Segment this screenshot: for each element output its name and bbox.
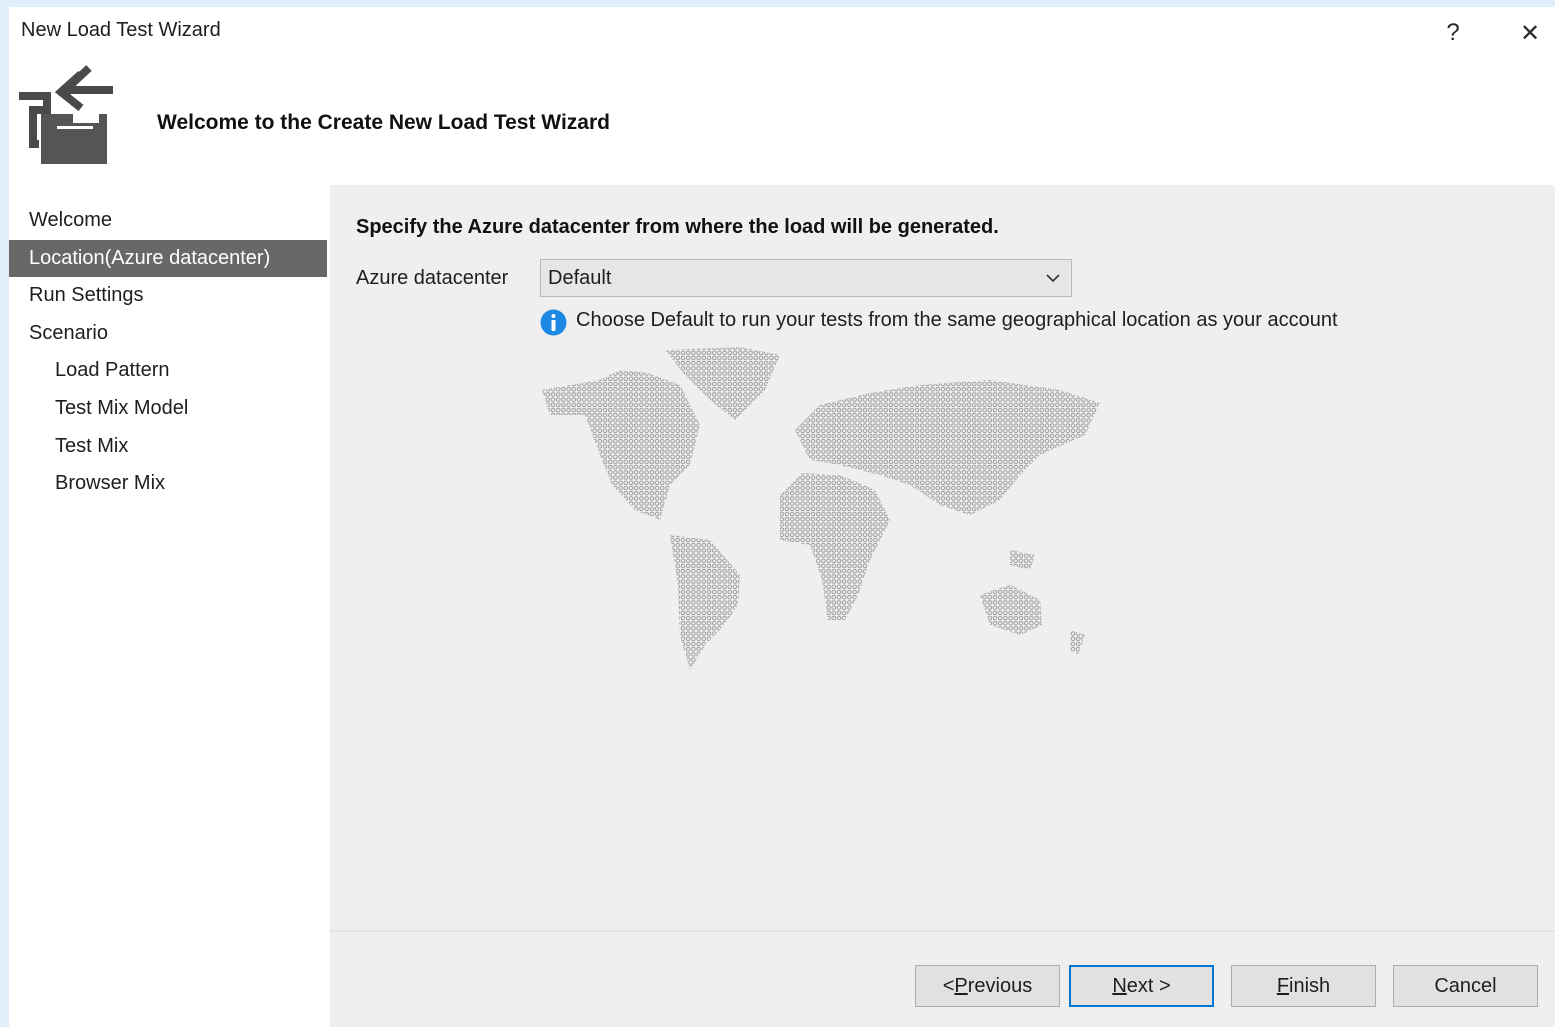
info-icon: [540, 309, 567, 336]
nav-item-scenario[interactable]: Scenario: [9, 315, 327, 353]
wizard-nav: Welcome Location(Azure datacenter) Run S…: [9, 202, 327, 503]
help-button[interactable]: ?: [1431, 15, 1475, 51]
wizard-heading: Welcome to the Create New Load Test Wiza…: [157, 111, 610, 134]
previous-button[interactable]: < Previous: [915, 965, 1060, 1007]
info-text: Choose Default to run your tests from th…: [576, 309, 1338, 331]
nav-item-test-mix[interactable]: Test Mix: [9, 428, 327, 466]
nav-item-location[interactable]: Location(Azure datacenter): [9, 239, 327, 278]
nav-item-run-settings[interactable]: Run Settings: [9, 277, 327, 315]
next-button[interactable]: Next >: [1069, 965, 1214, 1007]
help-icon: ?: [1446, 19, 1460, 46]
content-panel: Specify the Azure datacenter from where …: [330, 185, 1555, 1027]
finish-button[interactable]: Finish: [1231, 965, 1376, 1007]
nav-item-load-pattern[interactable]: Load Pattern: [9, 352, 327, 390]
datacenter-label: Azure datacenter: [356, 267, 509, 289]
instruction-text: Specify the Azure datacenter from where …: [356, 216, 999, 238]
chevron-down-icon: [1046, 274, 1060, 283]
close-icon: ✕: [1519, 19, 1541, 47]
close-button[interactable]: ✕: [1508, 15, 1552, 51]
datacenter-select[interactable]: Default: [540, 259, 1072, 297]
cancel-button[interactable]: Cancel: [1393, 965, 1538, 1007]
wizard-icon: [19, 65, 113, 164]
nav-item-test-mix-model[interactable]: Test Mix Model: [9, 390, 327, 428]
nav-item-browser-mix[interactable]: Browser Mix: [9, 465, 327, 503]
world-map: [542, 347, 1100, 670]
window-title: New Load Test Wizard: [21, 19, 221, 41]
datacenter-value: Default: [548, 267, 612, 289]
wizard-dialog: New Load Test Wizard ? ✕ Welcome to the …: [9, 7, 1555, 1027]
nav-item-welcome[interactable]: Welcome: [9, 202, 327, 240]
footer-divider: [330, 930, 1555, 932]
